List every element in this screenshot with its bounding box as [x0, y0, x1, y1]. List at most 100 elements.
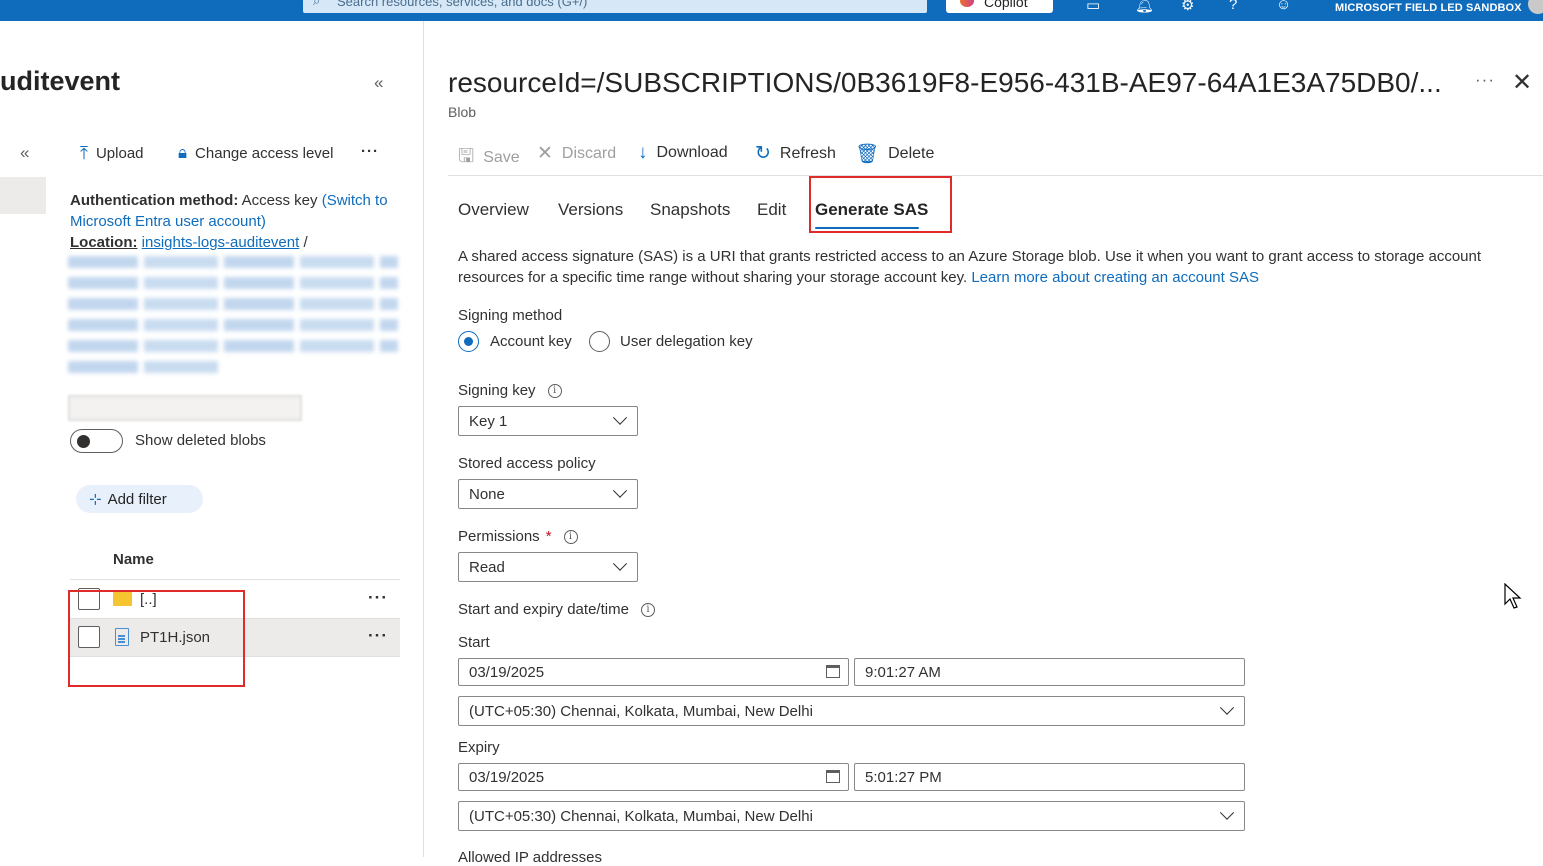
datetime-label: Start and expiry date/time: [458, 601, 629, 618]
delete-button[interactable]: 🗑︎ Delete: [855, 142, 934, 166]
column-header-name[interactable]: Name: [113, 551, 154, 568]
tab-snapshots[interactable]: Snapshots: [650, 200, 730, 220]
start-time-input[interactable]: 9:01:27 AM: [854, 658, 1245, 686]
upload-button[interactable]: ⤒ Upload: [80, 143, 144, 164]
tenant-name[interactable]: MICROSOFT FIELD LED SANDBOX: [1335, 2, 1522, 14]
lock-icon: 🔒︎: [178, 143, 188, 162]
redacted-path: [68, 340, 398, 352]
permissions-dropdown[interactable]: Read: [458, 552, 638, 582]
feedback-icon[interactable]: ☺: [1276, 0, 1291, 13]
location-link[interactable]: insights-logs-auditevent: [142, 234, 300, 251]
stored-policy-label: Stored access policy: [458, 455, 596, 472]
start-timezone-dropdown[interactable]: (UTC+05:30) Chennai, Kolkata, Mumbai, Ne…: [458, 696, 1245, 726]
signing-method-label: Signing method: [458, 307, 563, 324]
calendar-icon[interactable]: [826, 770, 840, 783]
download-button[interactable]: ↓ Download: [638, 142, 728, 164]
global-search-input[interactable]: ⌕ Search resources, services, and docs (…: [303, 0, 927, 13]
account-key-radio[interactable]: [458, 331, 479, 352]
upload-icon: ⤒: [80, 143, 88, 163]
refresh-button[interactable]: ↻ Refresh: [755, 142, 836, 165]
delete-icon: 🗑︎: [855, 144, 880, 165]
add-filter-label: Add filter: [107, 490, 167, 508]
redacted-path: [68, 361, 223, 373]
page-subtitle: Blob: [448, 104, 477, 120]
tab-versions[interactable]: Versions: [558, 200, 623, 220]
learn-more-link[interactable]: Learn more about creating an account SAS: [971, 269, 1259, 286]
redacted-path: [68, 319, 398, 331]
search-icon: ⌕: [313, 0, 321, 8]
row-more-button[interactable]: ···: [368, 626, 388, 646]
auth-method-value: Access key: [241, 192, 318, 209]
chevron-down-icon: [1219, 700, 1235, 715]
tab-edit[interactable]: Edit: [757, 200, 786, 220]
user-delegation-key-label[interactable]: User delegation key: [620, 333, 753, 350]
toolbar-divider: [448, 175, 1543, 176]
redacted-path: [68, 277, 398, 289]
collapse-nav-icon[interactable]: «: [20, 143, 29, 163]
page-title: resourceId=/SUBSCRIPTIONS/0B3619F8-E956-…: [448, 67, 1442, 98]
save-button[interactable]: 🖫︎ Save: [458, 142, 520, 174]
info-icon[interactable]: i: [547, 383, 562, 398]
account-key-label[interactable]: Account key: [490, 333, 572, 350]
more-actions-button[interactable]: ···: [361, 143, 379, 160]
show-deleted-label: Show deleted blobs: [135, 432, 266, 449]
help-icon[interactable]: ?: [1229, 0, 1237, 13]
stored-policy-value: None: [469, 486, 505, 503]
copilot-label: Copilot: [984, 0, 1028, 10]
expiry-date-input[interactable]: 03/19/2025: [458, 763, 849, 791]
copilot-button[interactable]: Copilot: [946, 0, 1053, 13]
permissions-field-label: Permissions * i: [458, 528, 578, 545]
more-options-button[interactable]: ···: [1475, 70, 1495, 90]
auth-method-label: Authentication method:: [70, 192, 239, 209]
expiry-time-input[interactable]: 5:01:27 PM: [854, 763, 1245, 791]
notifications-icon[interactable]: 🔔︎: [1135, 0, 1154, 14]
expiry-timezone-dropdown[interactable]: (UTC+05:30) Chennai, Kolkata, Mumbai, Ne…: [458, 801, 1245, 831]
required-marker: *: [545, 528, 552, 545]
tab-overview[interactable]: Overview: [458, 200, 529, 220]
row-more-button[interactable]: ···: [368, 588, 388, 608]
change-access-level-button[interactable]: 🔒︎ Change access level: [178, 143, 333, 163]
add-filter-button[interactable]: ⊹ Add filter: [76, 485, 203, 513]
discard-icon: ✕: [537, 143, 553, 164]
start-time-value: 9:01:27 AM: [865, 664, 941, 681]
location-separator: /: [303, 234, 308, 251]
settings-icon[interactable]: ⚙: [1181, 0, 1194, 14]
show-deleted-toggle[interactable]: [70, 429, 123, 453]
info-icon[interactable]: i: [640, 602, 655, 617]
location-label: Location:: [70, 234, 138, 251]
save-label: Save: [483, 149, 520, 166]
start-timezone-value: (UTC+05:30) Chennai, Kolkata, Mumbai, Ne…: [469, 703, 813, 720]
start-label: Start: [458, 634, 490, 651]
delete-label: Delete: [888, 145, 935, 162]
chevron-down-icon: [612, 556, 628, 571]
signing-key-field-label: Signing key i: [458, 382, 562, 399]
user-delegation-key-radio[interactable]: [589, 331, 610, 352]
close-icon[interactable]: ✕: [1512, 68, 1532, 97]
permissions-label: Permissions: [458, 528, 540, 545]
redacted-path: [68, 298, 398, 310]
expiry-date-value: 03/19/2025: [469, 769, 545, 786]
header-divider: [70, 579, 400, 580]
auth-info: Authentication method: Access key (Switc…: [70, 190, 410, 253]
signing-key-dropdown[interactable]: Key 1: [458, 406, 638, 436]
container-blade: uditevent « « ⤒ Upload 🔒︎ Change access …: [0, 21, 424, 857]
avatar[interactable]: [1528, 0, 1543, 14]
start-date-input[interactable]: 03/19/2025: [458, 658, 849, 686]
refresh-icon: ↻: [755, 143, 771, 164]
blob-prefix-search-input[interactable]: [68, 395, 302, 421]
nav-selected-item[interactable]: [0, 177, 46, 214]
expiry-label: Expiry: [458, 739, 500, 756]
discard-button[interactable]: ✕ Discard: [537, 142, 616, 165]
highlight-box: [68, 590, 245, 687]
expiry-time-value: 5:01:27 PM: [865, 769, 942, 786]
chevron-down-icon: [612, 410, 628, 425]
change-access-label: Change access level: [195, 144, 334, 162]
upload-label: Upload: [95, 145, 144, 162]
collapse-blade-icon[interactable]: «: [374, 73, 383, 93]
sas-description: A shared access signature (SAS) is a URI…: [458, 246, 1518, 288]
stored-policy-dropdown[interactable]: None: [458, 479, 638, 509]
calendar-icon[interactable]: [826, 665, 840, 678]
info-icon[interactable]: i: [563, 529, 578, 544]
mouse-cursor-icon: [1504, 583, 1522, 609]
cloud-shell-icon[interactable]: ▭: [1086, 0, 1100, 14]
